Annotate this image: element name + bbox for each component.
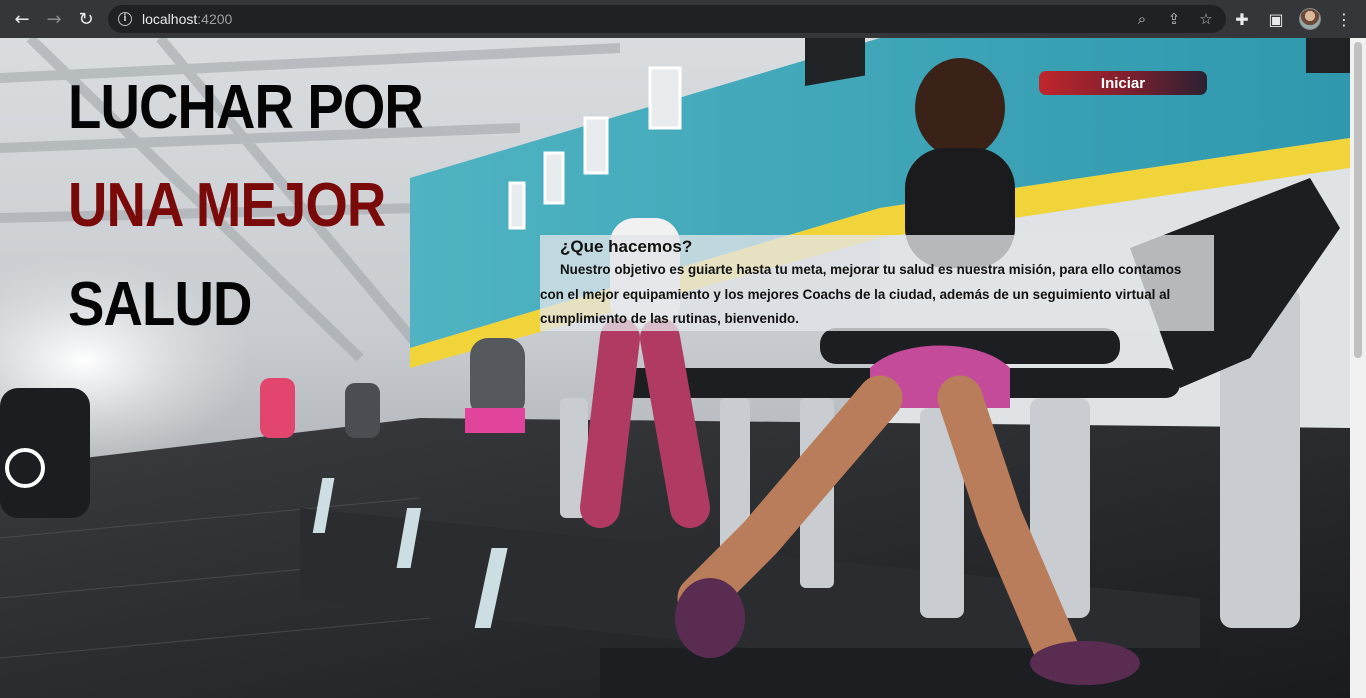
profile-avatar[interactable]: [1294, 3, 1326, 35]
start-button[interactable]: Iniciar: [1039, 71, 1207, 95]
headline-line-2: UNA MEJOR: [68, 171, 386, 240]
headline-line-3: SALUD: [68, 270, 252, 339]
extensions-puzzle-icon[interactable]: ✚: [1226, 3, 1258, 35]
reload-icon[interactable]: ↻: [70, 3, 102, 35]
headline-line-1: LUCHAR POR: [68, 73, 424, 142]
browser-toolbar: ← → ↻ i localhost:4200 ⌕ ⇪ ☆ ✚ ▣ ⋮: [0, 0, 1366, 38]
address-bar[interactable]: i localhost:4200 ⌕ ⇪ ☆: [108, 5, 1226, 33]
menu-kebab-icon[interactable]: ⋮: [1328, 3, 1360, 35]
side-panel-icon[interactable]: ▣: [1260, 3, 1292, 35]
about-title: ¿Que hacemos?: [560, 237, 693, 256]
page-viewport: LUCHAR POR UNA MEJOR SALUD Iniciar ¿Que …: [0, 38, 1366, 698]
scrollbar-thumb[interactable]: [1354, 42, 1362, 358]
about-text: Nuestro objetivo es guiarte hasta tu met…: [540, 262, 1182, 326]
url-text[interactable]: localhost:4200: [142, 11, 232, 27]
forward-arrow-icon[interactable]: →: [38, 3, 70, 35]
about-panel: ¿Que hacemos? Nuestro objetivo es guiart…: [540, 235, 1214, 331]
zoom-icon[interactable]: ⌕: [1128, 5, 1156, 33]
site-info-icon[interactable]: i: [118, 12, 132, 26]
share-icon[interactable]: ⇪: [1160, 5, 1188, 33]
page-scrollbar[interactable]: [1350, 38, 1366, 698]
back-arrow-icon[interactable]: ←: [6, 3, 38, 35]
bookmark-star-icon[interactable]: ☆: [1192, 5, 1220, 33]
